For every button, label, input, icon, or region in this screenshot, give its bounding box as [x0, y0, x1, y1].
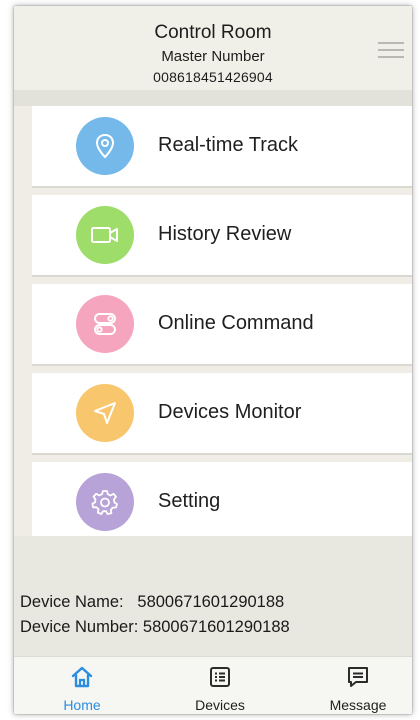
- menu-item-label: Devices Monitor: [158, 401, 302, 423]
- menu-item-online-command[interactable]: Online Command: [32, 284, 412, 366]
- tab-label: Message: [329, 697, 387, 713]
- list-icon: [210, 667, 230, 687]
- menu-item-history-review[interactable]: History Review: [32, 195, 412, 277]
- navigation-arrow-icon: [76, 384, 134, 442]
- menu-item-realtime-track[interactable]: Real-time Track: [32, 106, 412, 188]
- tab-home[interactable]: Home: [22, 657, 142, 714]
- tab-message[interactable]: Message: [298, 657, 412, 714]
- divider: [14, 90, 412, 106]
- menu-item-label: Real-time Track: [158, 134, 299, 156]
- menu-item-label: History Review: [158, 223, 292, 245]
- device-name-label: Device Name:: [20, 593, 124, 611]
- tab-devices[interactable]: Devices: [160, 657, 280, 714]
- header-subtitle: Master Number: [161, 48, 265, 65]
- toggle-switches-icon: [76, 295, 134, 353]
- video-camera-icon: [76, 206, 134, 264]
- master-number: 008618451426904: [153, 69, 273, 85]
- device-name-value: 5800671601290188: [137, 593, 285, 611]
- device-number-value: 5800671601290188: [142, 618, 290, 636]
- phone-screen: Control Room Master Number 0086184514269…: [14, 6, 412, 714]
- tab-label: Devices: [195, 697, 245, 713]
- device-info-panel: Device Name: 5800671601290188 Device Num…: [14, 536, 412, 656]
- menu-item-label: Online Command: [158, 312, 314, 334]
- menu-item-setting[interactable]: Setting: [32, 462, 412, 544]
- device-number-row: Device Number: 5800671601290188: [20, 617, 290, 637]
- hamburger-menu-icon[interactable]: [378, 42, 404, 60]
- header: Control Room Master Number 0086184514269…: [14, 6, 412, 90]
- tab-label: Home: [63, 697, 101, 713]
- device-name-row: Device Name: 5800671601290188: [20, 592, 284, 612]
- device-number-label: Device Number:: [20, 618, 139, 636]
- header-title: Control Room: [154, 22, 272, 43]
- location-pin-icon: [76, 117, 134, 175]
- menu-item-label: Setting: [158, 490, 221, 512]
- message-icon: [348, 667, 368, 687]
- home-icon: [71, 666, 93, 688]
- menu-item-devices-monitor[interactable]: Devices Monitor: [32, 373, 412, 455]
- gear-icon: [76, 473, 134, 531]
- bottom-tab-bar: Home Devices Message: [14, 656, 412, 714]
